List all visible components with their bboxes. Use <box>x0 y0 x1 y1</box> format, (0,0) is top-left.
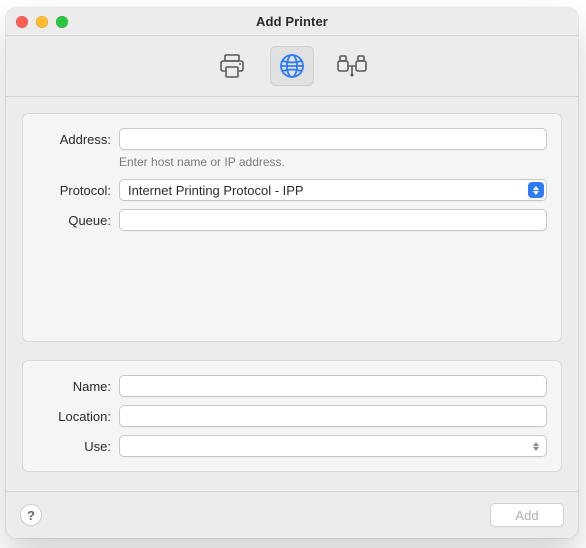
close-window-button[interactable] <box>16 16 28 28</box>
name-label: Name: <box>37 379 111 394</box>
use-label: Use: <box>37 439 111 454</box>
tab-ip-printers[interactable] <box>270 46 314 86</box>
connection-panel: Address: Enter host name or IP address. … <box>22 113 562 342</box>
help-button[interactable]: ? <box>20 504 42 526</box>
protocol-value: Internet Printing Protocol - IPP <box>128 183 304 198</box>
bottom-bar: ? Add <box>6 491 578 538</box>
window-title: Add Printer <box>6 14 578 29</box>
zoom-window-button[interactable] <box>56 16 68 28</box>
printer-info-panel: Name: Location: Use: <box>22 360 562 472</box>
tab-default-printers[interactable] <box>210 46 254 86</box>
queue-label: Queue: <box>37 213 111 228</box>
protocol-label: Protocol: <box>37 183 111 198</box>
address-hint: Enter host name or IP address. <box>119 155 285 169</box>
add-printer-window: Add Printer <box>6 8 578 538</box>
use-select[interactable] <box>119 435 547 457</box>
location-input[interactable] <box>119 405 547 427</box>
updown-icon <box>528 438 544 454</box>
address-input[interactable] <box>119 128 547 150</box>
minimize-window-button[interactable] <box>36 16 48 28</box>
globe-icon <box>279 53 305 79</box>
printer-icon <box>218 53 246 79</box>
name-input[interactable] <box>119 375 547 397</box>
network-printer-icon <box>336 53 368 79</box>
add-button[interactable]: Add <box>490 503 564 527</box>
titlebar: Add Printer <box>6 8 578 36</box>
content-area: Address: Enter host name or IP address. … <box>6 97 578 491</box>
toolbar <box>6 36 578 97</box>
window-controls <box>16 16 68 28</box>
protocol-select[interactable]: Internet Printing Protocol - IPP <box>119 179 547 201</box>
tab-windows-printers[interactable] <box>330 46 374 86</box>
queue-input[interactable] <box>119 209 547 231</box>
location-label: Location: <box>37 409 111 424</box>
updown-icon <box>528 182 544 198</box>
address-label: Address: <box>37 132 111 147</box>
